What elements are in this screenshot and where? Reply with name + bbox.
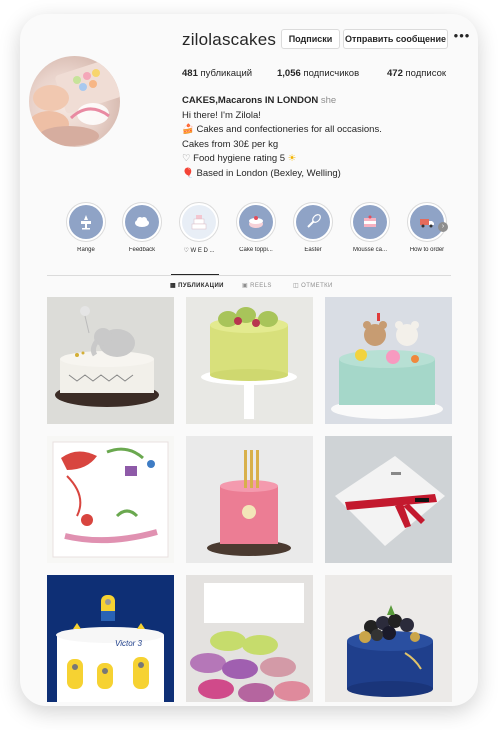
kimono-belt-cake-post[interactable]: [325, 436, 452, 563]
following-count-value: 472: [387, 68, 403, 79]
tag-icon: ◫: [293, 283, 302, 289]
highlight-label: Cake toppi...: [239, 247, 273, 253]
macarons-post[interactable]: [186, 575, 313, 702]
whisk-icon: [307, 214, 321, 228]
bio-name-part3: IN LONDON: [262, 95, 319, 106]
reels-icon: ▣: [242, 283, 251, 289]
cake-slice-icon: [249, 216, 263, 228]
cake-emoji-icon: 🍰: [182, 124, 194, 135]
macaron-pistachio-cake-post[interactable]: [186, 297, 313, 424]
grid-icon: ▦: [170, 283, 179, 289]
layer-cake-icon: [364, 215, 376, 227]
posts-count: 481 публикаций: [182, 68, 252, 79]
highlight-easter[interactable]: Easter: [285, 202, 341, 253]
bio-line-5-text: Based in London (Bexley, Welling): [196, 167, 341, 179]
wedding-cake-icon: [191, 215, 207, 230]
highlight-label: Range: [77, 247, 95, 253]
heart-icon: ♡: [182, 153, 191, 164]
tab-tagged[interactable]: ◫ ОТМЕТКИ: [293, 282, 333, 289]
bio-line-5: 🎈 Based in London (Bexley, Welling): [182, 167, 472, 182]
highlight-feedback[interactable]: Feedback: [114, 202, 170, 253]
bio-line-4-text: Food hygiene rating 5: [193, 153, 286, 164]
chevron-right-icon[interactable]: ›: [438, 222, 448, 232]
tab-reels[interactable]: ▣ REELS: [242, 282, 272, 289]
bio: CAKES,Macarons IN LONDON she Hi there! I…: [182, 94, 472, 181]
profile-page: zilolascakes Подписки Отправить сообщени…: [20, 14, 478, 706]
bio-name: CAKES,Macarons IN LONDON she: [182, 94, 472, 109]
posts-count-value: 481: [182, 68, 198, 79]
bio-line-1: Hi there! I'm Zilola!: [182, 109, 261, 121]
teddy-bear-cake-post[interactable]: [325, 297, 452, 424]
cake-stand-icon: [81, 215, 91, 230]
bio-line-4: ♡ Food hygiene rating 5 ☀: [182, 152, 472, 167]
avatar[interactable]: [29, 56, 120, 147]
following-button[interactable]: Подписки: [281, 29, 340, 49]
highlight-label: ♡ W E D ...: [183, 248, 215, 254]
tab-posts-label: ПУБЛИКАЦИИ: [178, 283, 224, 289]
bio-line-3: Cakes from 30£ per kg: [182, 138, 279, 150]
tab-reels-label: REELS: [250, 283, 272, 289]
pronoun: she: [320, 95, 337, 106]
bio-name-part2: Macarons: [217, 95, 263, 106]
followers-count[interactable]: 1,056 подписчиков: [277, 68, 359, 79]
bio-line-2: 🍰 Cakes and confectioneries for all occa…: [182, 123, 472, 138]
delivery-van-icon: [420, 219, 434, 228]
following-count-label: подписок: [405, 68, 447, 79]
more-options-icon[interactable]: •••: [452, 29, 472, 47]
bio-line-2-text: Cakes and confectioneries for all occasi…: [196, 124, 382, 135]
active-tab-indicator: [171, 274, 219, 275]
minion-cake-caption: Victor 3: [115, 639, 142, 648]
child-drawing-cake-post[interactable]: [47, 436, 174, 563]
cloud-icon: [135, 217, 149, 227]
sun-icon: ☀: [287, 153, 297, 164]
tabs-divider: [47, 275, 451, 276]
minion-cake-post[interactable]: Victor 3: [47, 575, 174, 702]
pink-candles-cake-post[interactable]: [186, 436, 313, 563]
highlight-label: How to order: [409, 247, 445, 253]
berry-cake-post[interactable]: [325, 575, 452, 702]
bio-name-part1: CAKES,: [182, 95, 218, 106]
highlight-label: Mousse ca...: [352, 247, 387, 253]
highlight-wedding[interactable]: ♡ W E D ...: [171, 202, 227, 254]
followers-count-label: подписчиков: [303, 68, 360, 79]
highlight-label: Feedback: [128, 247, 156, 253]
highlight-mousse-cakes[interactable]: Mousse ca...: [342, 202, 398, 253]
balloon-icon: 🎈: [182, 167, 194, 179]
following-count[interactable]: 472 подписок: [387, 68, 446, 79]
tab-tagged-label: ОТМЕТКИ: [301, 283, 333, 289]
username: zilolascakes: [182, 30, 277, 49]
highlight-label: Easter: [304, 247, 322, 253]
followers-count-value: 1,056: [277, 68, 301, 79]
elephant-cake-post[interactable]: [47, 297, 174, 424]
posts-count-label: публикаций: [200, 68, 253, 79]
highlight-range[interactable]: Range: [58, 202, 114, 253]
highlight-cake-toppers[interactable]: Cake toppi...: [228, 202, 284, 253]
tab-posts[interactable]: ▦ ПУБЛИКАЦИИ: [170, 282, 224, 289]
send-message-button[interactable]: Отправить сообщение: [343, 29, 448, 49]
